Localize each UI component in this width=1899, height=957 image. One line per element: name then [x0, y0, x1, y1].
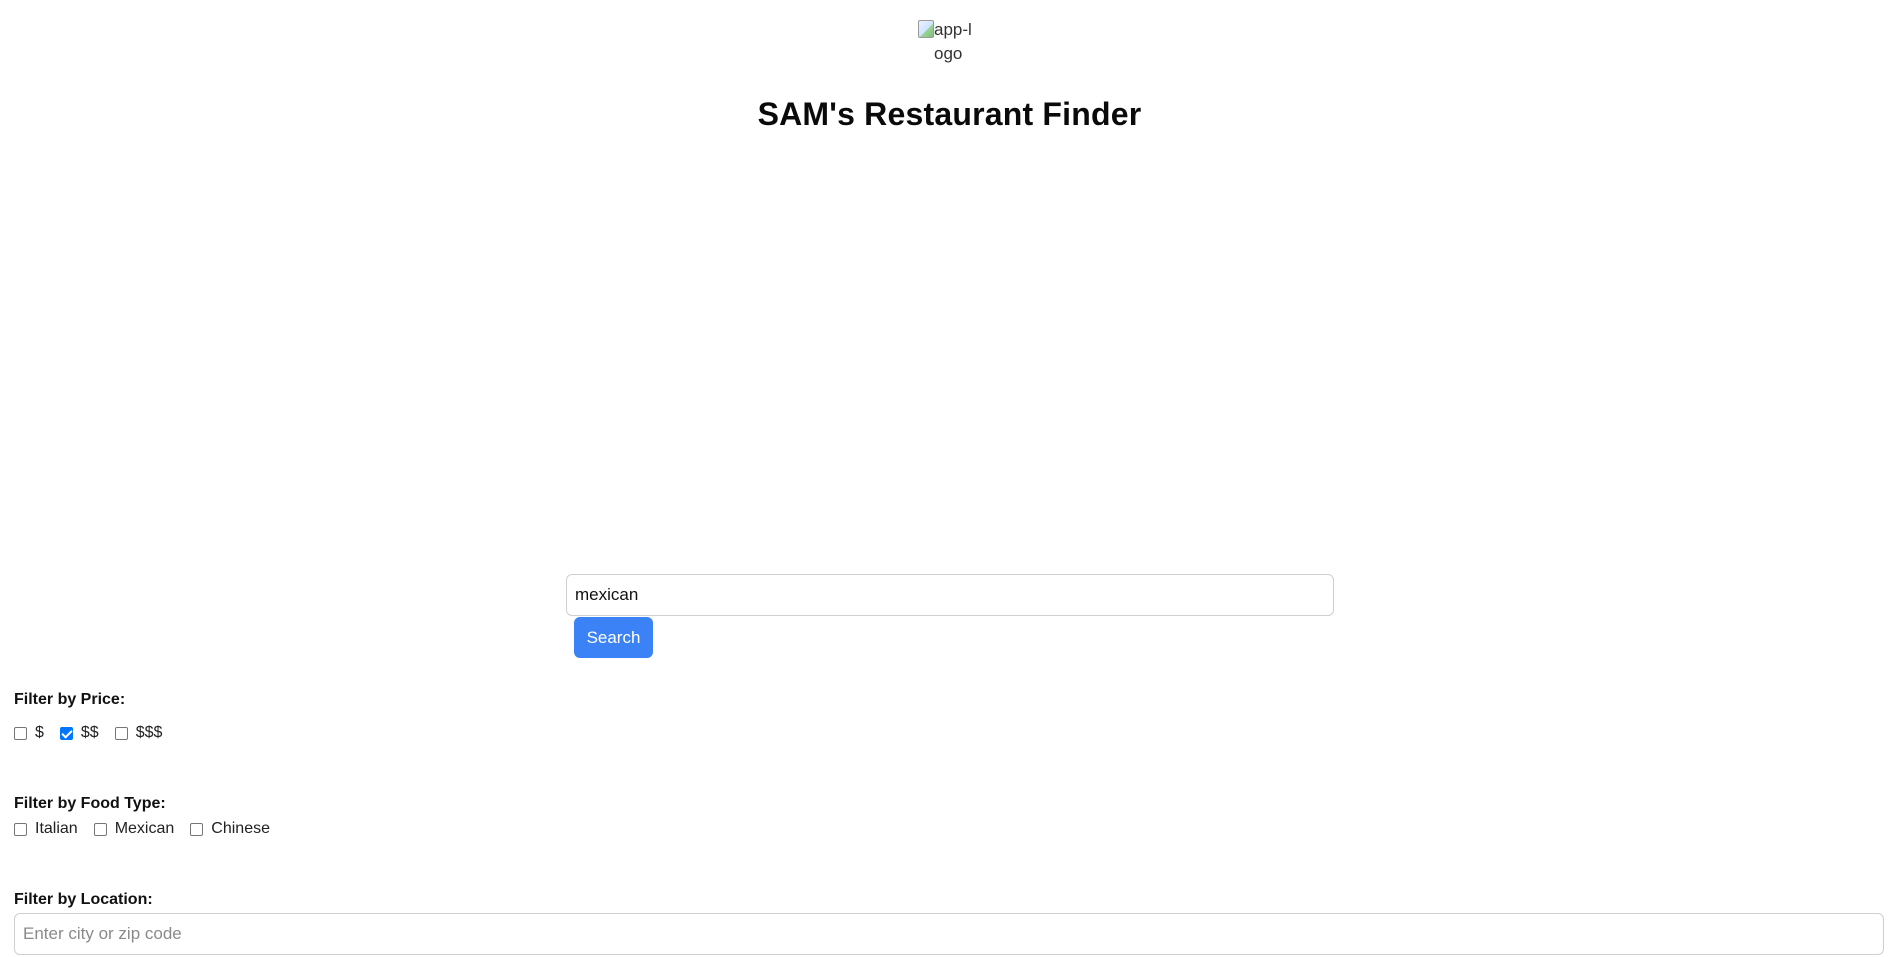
price-filter-options: $ $$ $$$	[14, 724, 178, 742]
price-filter-label: Filter by Price:	[14, 691, 126, 708]
food-type-option-label: Italian	[35, 820, 78, 837]
food-type-option-chinese[interactable]: Chinese	[190, 820, 270, 838]
price-option-label: $$$	[135, 724, 163, 741]
food-type-filter-options: Italian Mexican Chinese	[14, 820, 286, 838]
food-type-option-italian[interactable]: Italian	[14, 820, 78, 838]
food-type-option-label: Chinese	[211, 820, 270, 837]
price-checkbox-3[interactable]	[114, 726, 128, 740]
broken-image-icon	[918, 20, 934, 38]
price-option-2[interactable]: $$	[59, 724, 99, 742]
price-option-label: $	[35, 724, 44, 741]
price-checkbox-1[interactable]	[14, 726, 27, 740]
price-option-label: $$	[80, 724, 99, 741]
food-type-option-label: Mexican	[114, 820, 175, 837]
food-type-checkbox-mexican[interactable]	[93, 822, 107, 836]
location-input[interactable]	[14, 913, 1884, 955]
page-title: SAM's Restaurant Finder	[757, 96, 1142, 132]
food-type-checkbox-italian[interactable]	[14, 822, 27, 836]
price-option-3[interactable]: $$$	[114, 724, 163, 742]
search-input[interactable]	[566, 574, 1334, 616]
location-filter-label: Filter by Location:	[14, 891, 153, 908]
logo-alt-text: app-logo	[934, 20, 972, 63]
price-checkbox-2[interactable]	[59, 726, 73, 740]
search-button[interactable]: Search	[574, 617, 653, 658]
app-logo: app-logo	[918, 18, 978, 68]
page: app-logo SAM's Restaurant Finder Search …	[0, 0, 1899, 957]
food-type-checkbox-chinese[interactable]	[190, 822, 204, 836]
food-type-filter-label: Filter by Food Type:	[14, 795, 166, 812]
price-option-1[interactable]: $	[14, 724, 44, 742]
search-bar: Search	[566, 574, 1334, 658]
food-type-option-mexican[interactable]: Mexican	[93, 820, 175, 838]
